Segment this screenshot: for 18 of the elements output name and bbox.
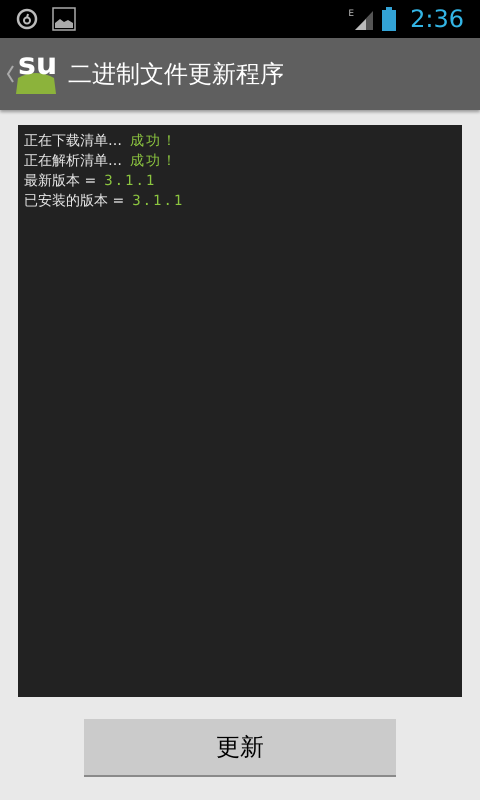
screen-title: 二进制文件更新程序: [68, 59, 284, 90]
log-value: 3.1.1: [132, 192, 184, 211]
back-caret-icon: [6, 65, 14, 83]
log-label: 正在解析清单…: [24, 152, 122, 171]
log-value: 成功！: [130, 152, 178, 171]
app-logo: su: [16, 54, 56, 94]
timer-icon: [16, 8, 38, 30]
log-label: 正在下载清单…: [24, 132, 122, 151]
battery-icon: [382, 7, 396, 31]
log-value: 3.1.1: [104, 172, 156, 191]
update-button[interactable]: 更新: [84, 719, 396, 777]
log-label: 最新版本 =: [24, 172, 96, 191]
network-type-label: E: [348, 10, 354, 19]
log-label: 已安装的版本 =: [24, 192, 124, 211]
log-value: 成功！: [130, 132, 178, 151]
up-button[interactable]: su: [0, 38, 64, 110]
image-icon: [52, 7, 76, 31]
clock-time: 2:36: [410, 7, 464, 31]
